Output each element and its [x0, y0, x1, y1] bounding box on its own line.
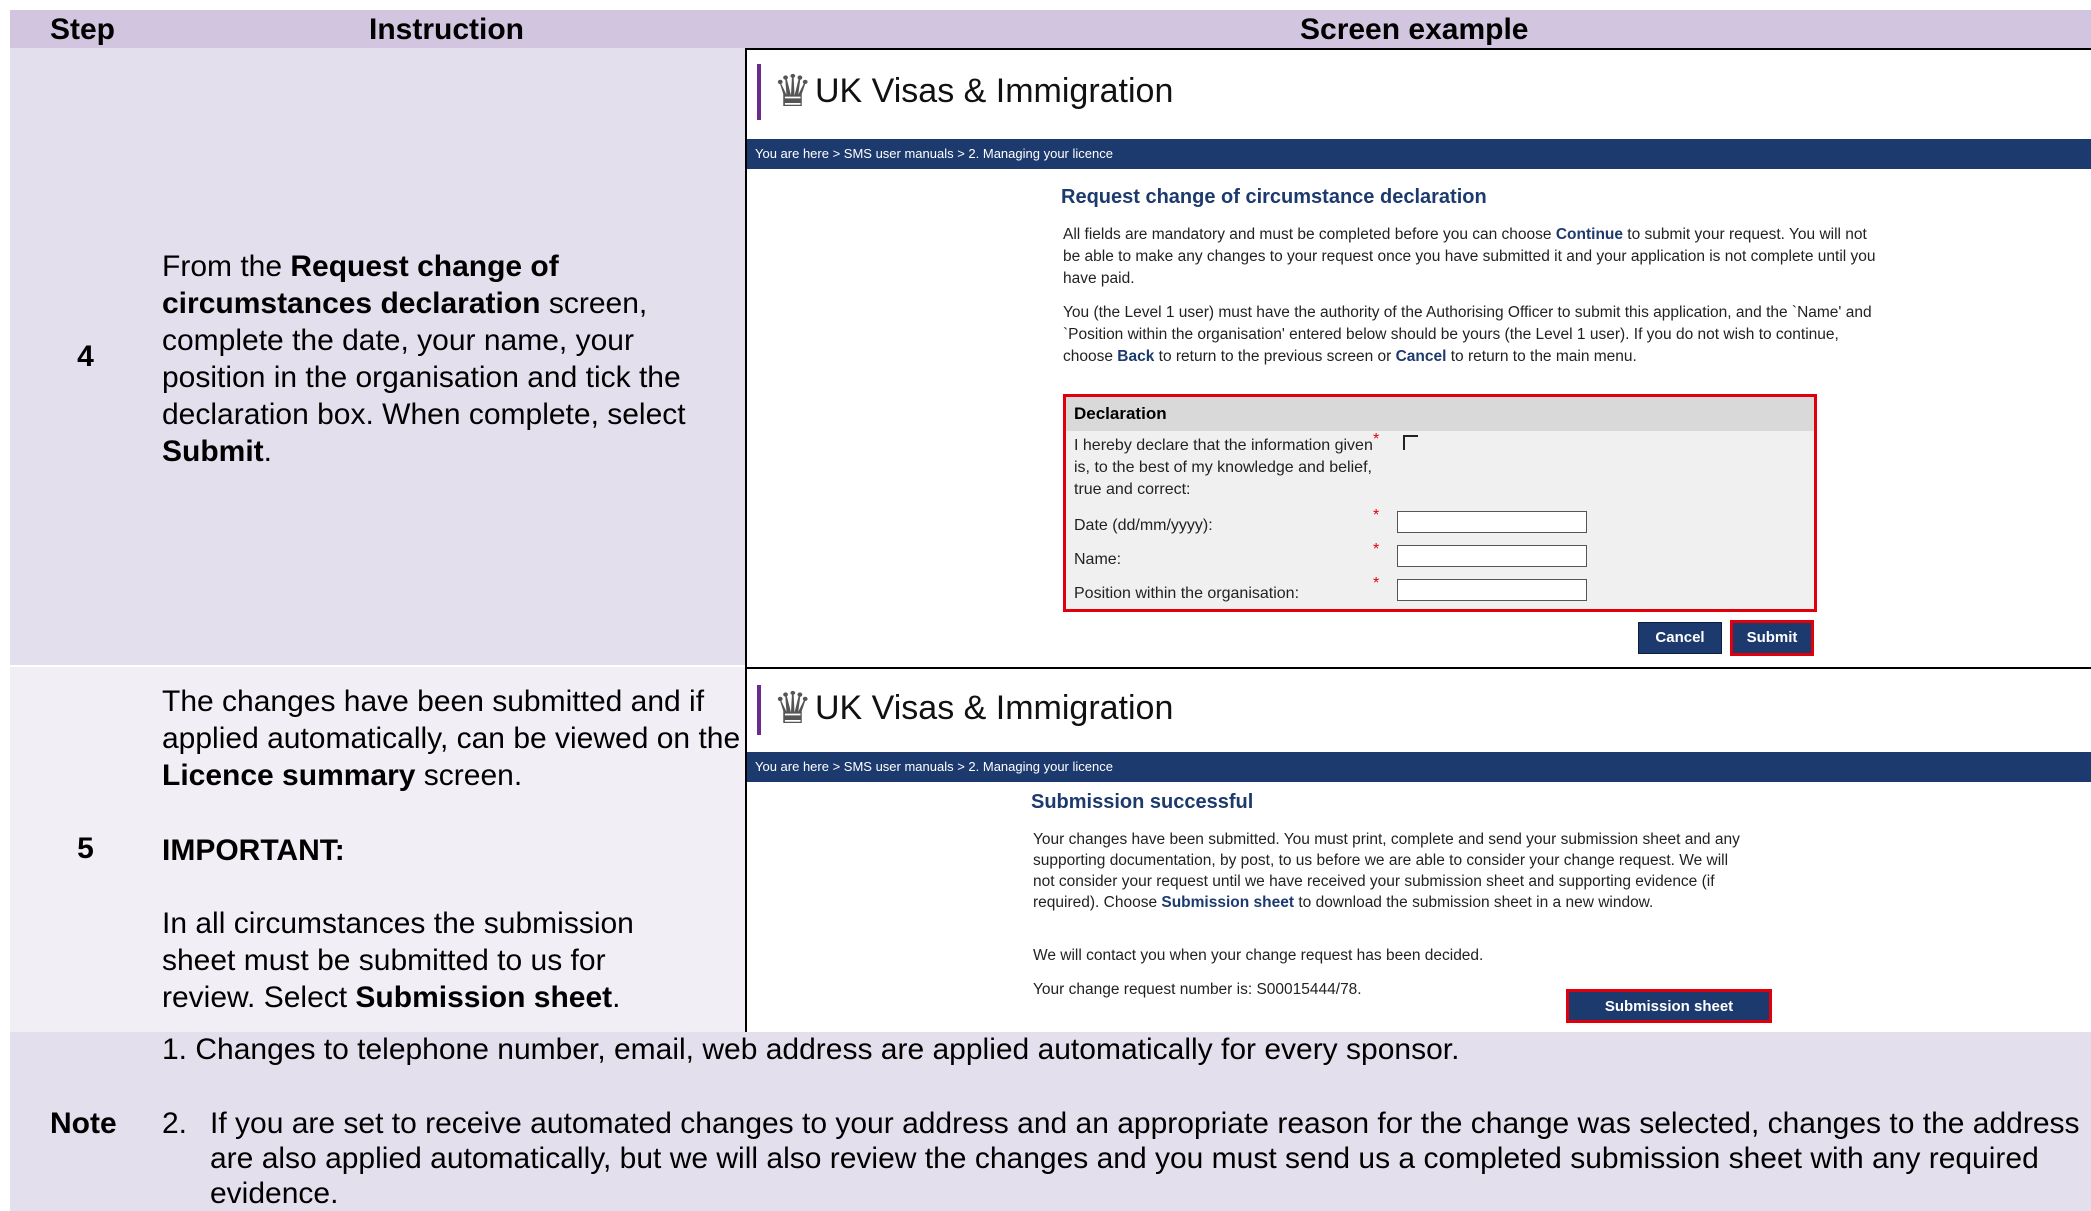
declaration-checkbox[interactable] — [1403, 435, 1418, 450]
header-screen-example: Screen example — [1300, 13, 1529, 46]
date-field[interactable] — [1397, 511, 1587, 533]
step-4-instruction: From the Request change of circumstances… — [162, 250, 686, 468]
screen-example-submission: ♛ UK Visas & Immigration You are here > … — [745, 667, 2091, 1036]
step-5-intro: The changes have been submitted and if a… — [162, 685, 741, 792]
required-mark: * — [1373, 431, 1380, 448]
crest-icon: ♛ — [773, 683, 813, 734]
request-number: Your change request number is: S00015444… — [1033, 981, 1362, 998]
declaration-heading: Declaration — [1066, 397, 1814, 431]
note-label: Note — [50, 1107, 117, 1140]
crest-icon: ♛ — [773, 66, 813, 117]
step-4-number: 4 — [77, 340, 94, 373]
header-step: Step — [50, 13, 116, 46]
authority-paragraph: You (the Level 1 user) must have the aut… — [1063, 304, 1872, 365]
brand-title: UK Visas & Immigration — [815, 689, 1174, 727]
table-header: Step Instruction Screen example — [10, 10, 2091, 48]
screen-example-declaration: ♛ UK Visas & Immigration You are here > … — [745, 48, 2091, 669]
contact-paragraph: We will contact you when your change req… — [1033, 947, 1484, 964]
breadcrumb: You are here > SMS user manuals > 2. Man… — [747, 139, 2091, 169]
page-title: Submission successful — [1031, 791, 1254, 813]
note-item-2: If you are set to receive automated chan… — [210, 1107, 2080, 1210]
brand-title: UK Visas & Immigration — [815, 72, 1174, 110]
cancel-button[interactable]: Cancel — [1638, 622, 1722, 654]
position-field[interactable] — [1397, 579, 1587, 601]
submission-sheet-button[interactable]: Submission sheet — [1566, 989, 1772, 1023]
brand-bar — [757, 685, 761, 735]
note-item-2-number: 2. — [162, 1107, 188, 1140]
name-label: Name: — [1074, 551, 1122, 568]
required-mark: * — [1373, 575, 1380, 592]
step-5-number: 5 — [77, 832, 94, 865]
date-label: Date (dd/mm/yyyy): — [1074, 517, 1213, 534]
name-field[interactable] — [1397, 545, 1587, 567]
important-label: IMPORTANT: — [162, 834, 345, 867]
required-mark: * — [1373, 507, 1380, 524]
step-5-instruction: In all circumstances the submission shee… — [162, 907, 634, 1014]
position-label: Position within the organisation: — [1074, 585, 1300, 602]
page-title: Request change of circumstance declarati… — [1061, 186, 1487, 208]
declaration-box: Declaration I hereby declare that the in… — [1063, 394, 1817, 612]
submit-button[interactable]: Submit — [1730, 620, 1814, 656]
declare-label: I hereby declare that the information gi… — [1074, 437, 1373, 498]
breadcrumb: You are here > SMS user manuals > 2. Man… — [747, 752, 2091, 782]
header-instruction: Instruction — [369, 13, 524, 46]
intro-paragraph: All fields are mandatory and must be com… — [1063, 226, 1876, 287]
note-item-1: 1. Changes to telephone number, email, w… — [162, 1033, 1460, 1066]
brand-bar — [757, 64, 761, 120]
required-mark: * — [1373, 541, 1380, 558]
submission-paragraph: Your changes have been submitted. You mu… — [1033, 831, 1740, 911]
